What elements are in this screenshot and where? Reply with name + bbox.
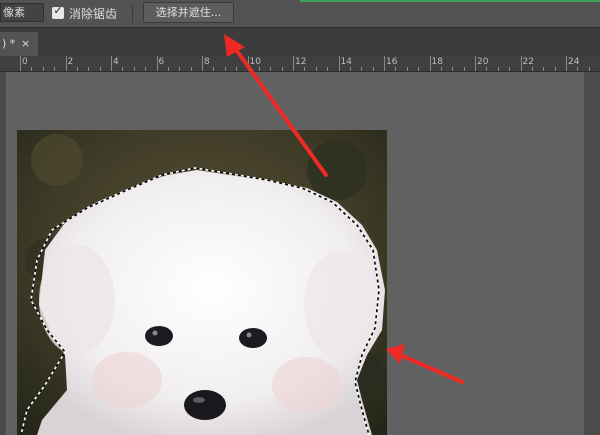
ruler-tick	[167, 67, 169, 71]
ruler-tick	[395, 67, 397, 71]
ruler-tick	[270, 67, 272, 71]
document-canvas[interactable]	[17, 130, 387, 435]
feather-input[interactable]: 像素	[0, 3, 44, 22]
ruler-tick	[338, 56, 340, 71]
ruler-tick	[543, 67, 545, 71]
document-tab-title: ) *	[2, 37, 16, 50]
ruler-tick	[440, 67, 442, 71]
ruler-tick	[486, 67, 488, 71]
accent-line	[300, 0, 600, 2]
ruler-tick	[452, 67, 454, 71]
dog-photo	[17, 130, 387, 435]
ruler-label: 0	[22, 57, 28, 67]
ruler-tick	[213, 67, 215, 71]
ruler-tick	[588, 67, 590, 71]
ruler-tick	[463, 67, 465, 71]
ruler-tick	[236, 67, 238, 71]
ruler-label: 22	[522, 57, 534, 67]
ruler-tick	[372, 67, 374, 71]
ruler-tick	[327, 67, 329, 71]
checkmark-icon: ✓	[53, 4, 63, 17]
ruler-tick	[258, 67, 260, 71]
ruler-tick	[349, 67, 351, 71]
ruler-tick	[54, 67, 56, 71]
ruler-tick	[566, 56, 567, 71]
ruler-label: 16	[386, 57, 398, 67]
ruler-tick	[42, 67, 44, 71]
ruler-tick	[361, 67, 363, 71]
ruler-label: 2	[67, 57, 74, 67]
ruler-tick	[156, 56, 158, 71]
ruler-tick	[99, 67, 101, 71]
ruler-label: 8	[204, 57, 210, 67]
select-and-mask-button[interactable]: 选择并遮住...	[143, 2, 234, 23]
ruler-tick	[179, 67, 181, 71]
ruler-tick	[475, 56, 476, 71]
ruler-tick	[520, 56, 522, 71]
ruler-tick	[281, 67, 283, 71]
horizontal-ruler[interactable]: 0 2 4 6 8 10 12 14 16 18 20 22 24	[0, 56, 600, 72]
ruler-tick	[76, 67, 78, 71]
options-bar: 像素 ✓ 消除锯齿 选择并遮住...	[0, 0, 600, 28]
ruler-label: 10	[249, 57, 261, 67]
ruler-tick	[145, 67, 147, 71]
ruler-tick	[304, 67, 306, 71]
ruler-tick	[384, 56, 385, 71]
ruler-tick	[406, 67, 408, 71]
document-tab[interactable]: ) * ×	[0, 32, 38, 56]
ruler-tick	[88, 67, 90, 71]
ruler-tick	[418, 67, 420, 71]
ruler-tick	[133, 67, 135, 71]
ruler-tick	[315, 67, 317, 71]
ruler-tick	[429, 56, 431, 71]
ruler-label: 4	[113, 57, 119, 67]
ruler-tick	[65, 56, 67, 71]
ruler-label: 18	[431, 57, 443, 67]
ruler-tick	[554, 67, 556, 71]
ruler-tick	[497, 67, 499, 71]
ruler-tick	[224, 67, 226, 71]
ruler-tick	[190, 67, 192, 71]
ruler-tick	[509, 67, 511, 71]
antialias-checkbox[interactable]: ✓	[52, 4, 64, 19]
ruler-tick	[293, 56, 294, 71]
close-icon[interactable]: ×	[21, 32, 30, 56]
ruler-tick	[31, 67, 33, 71]
ruler-tick	[531, 67, 533, 71]
ruler-label: 20	[477, 57, 489, 67]
ruler-tick	[247, 56, 249, 71]
ruler-tick	[111, 56, 112, 71]
document-tab-bar: ) * ×	[0, 32, 600, 56]
workspace-right-edge	[584, 72, 600, 435]
toolbar-divider	[132, 4, 133, 23]
ruler-label: 12	[295, 57, 307, 67]
ruler-label: 24	[568, 57, 580, 67]
antialias-label: 消除锯齿	[69, 7, 118, 21]
ruler-tick	[202, 56, 203, 71]
ruler-tick	[577, 67, 579, 71]
vertical-ruler[interactable]	[0, 72, 6, 435]
ruler-label: 14	[340, 57, 352, 67]
ruler-tick	[122, 67, 124, 71]
ruler-tick	[20, 56, 21, 71]
ruler-label: 6	[158, 57, 165, 67]
